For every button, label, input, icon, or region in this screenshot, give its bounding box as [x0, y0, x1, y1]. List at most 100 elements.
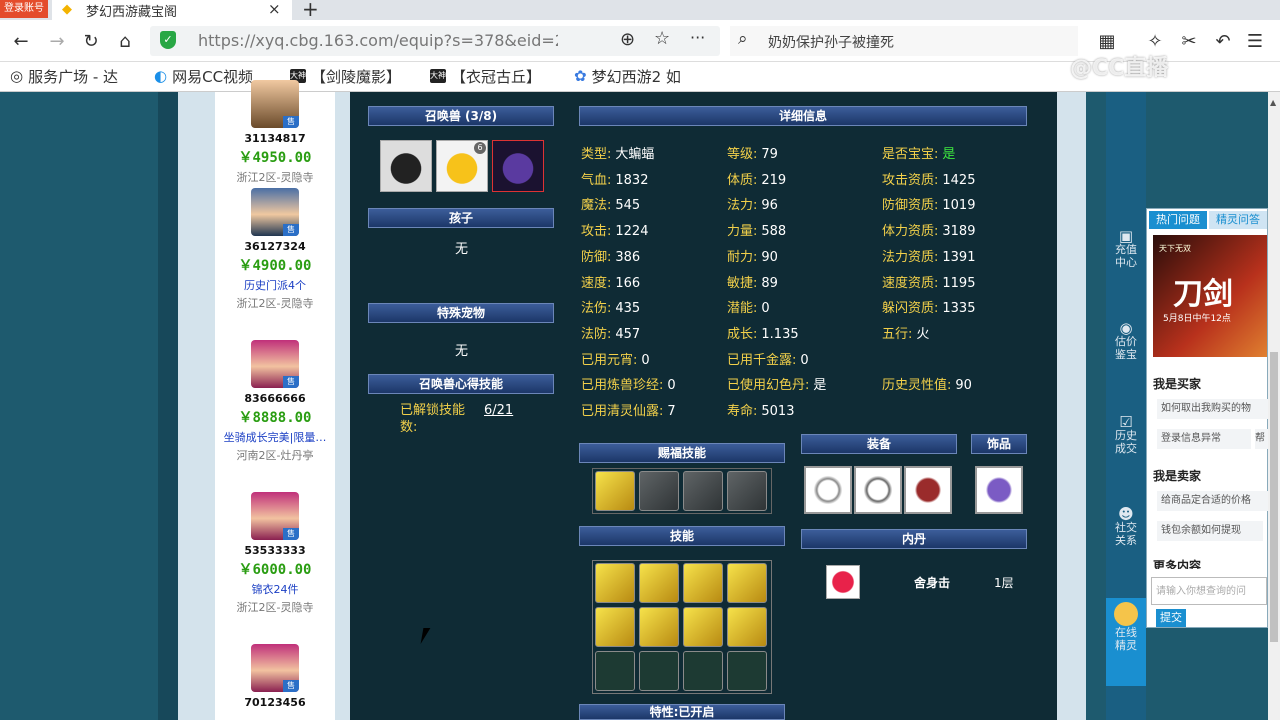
- seller-question[interactable]: 钱包余额如何提现: [1157, 521, 1263, 541]
- list-item[interactable]: 售 53533333 ￥6000.00 锦衣24件 浙江2区-灵隐寺: [215, 492, 335, 615]
- zoom-icon[interactable]: ⊕: [620, 29, 635, 50]
- search-text: 奶奶保护孙子被撞死: [768, 35, 894, 51]
- seller-tag[interactable]: 锦衣24件: [215, 581, 335, 597]
- equipment-header: 装备: [801, 434, 957, 454]
- heart-skill-value[interactable]: 6/21: [484, 403, 513, 418]
- skill-figure-icon[interactable]: [595, 607, 635, 647]
- search-box[interactable]: ⌕ 奶奶保护孙子被撞死: [730, 26, 1078, 56]
- sidebar-item-recharge[interactable]: ▣ 充值 中心: [1106, 227, 1146, 270]
- equip-armor-icon[interactable]: [904, 466, 952, 514]
- sidebar-item-social[interactable]: ☻ 社交 关系: [1106, 507, 1146, 548]
- detail-header: 详细信息: [579, 106, 1027, 126]
- skill-bow-icon[interactable]: [683, 563, 723, 603]
- sidebar-item-online[interactable]: 在线 精灵: [1106, 598, 1146, 686]
- url-text[interactable]: https://xyq.cbg.163.com/equip?s=378&eid=…: [198, 31, 558, 50]
- gift-skill-shield-icon[interactable]: [727, 471, 767, 511]
- submit-button[interactable]: 提交: [1156, 609, 1186, 627]
- seller-price: ￥6000.00: [238, 562, 312, 578]
- buyer-question[interactable]: 登录信息异常: [1157, 429, 1251, 449]
- recharge-icon: ▣: [1118, 227, 1134, 245]
- skill-hook-icon[interactable]: [683, 607, 723, 647]
- gift-skill-heart-icon[interactable]: [639, 471, 679, 511]
- menu-icon[interactable]: ☰: [1244, 30, 1266, 52]
- skill-wing-icon[interactable]: [639, 607, 679, 647]
- buyer-title: 我是买家: [1153, 377, 1202, 391]
- promo-banner[interactable]: 天下无双 刀剑 5月8日中午12点: [1153, 235, 1267, 357]
- new-tab-button[interactable]: +: [302, 0, 319, 21]
- tab-title: 梦幻西游藏宝阁: [86, 5, 178, 20]
- gift-skill-header: 赐福技能: [579, 443, 785, 463]
- back-icon[interactable]: ←: [10, 30, 32, 52]
- seller-server: 河南2区-灶丹亭: [236, 449, 314, 462]
- sidebar-item-history[interactable]: ☑ 历史 成交: [1106, 415, 1146, 456]
- list-item[interactable]: 售 70123456: [215, 644, 335, 709]
- more-title: 更多内容: [1153, 559, 1202, 569]
- list-item[interactable]: 售 31134817 ￥4950.00 浙江2区-灵隐寺: [215, 80, 335, 185]
- pet-badge: 6: [474, 142, 486, 154]
- seller-tag[interactable]: 坐骑成长完美|限量…: [215, 429, 335, 445]
- skill-eye-icon[interactable]: [595, 563, 635, 603]
- tab-close-icon[interactable]: ×: [268, 0, 281, 18]
- page-scrollbar[interactable]: ▲: [1268, 92, 1280, 720]
- trait-header: 特性:已开启: [579, 704, 785, 720]
- skill-cross-icon[interactable]: [727, 607, 767, 647]
- neidan-icon[interactable]: [826, 565, 860, 599]
- special-pet-header: 特殊宠物: [368, 303, 554, 323]
- forward-icon[interactable]: →: [46, 30, 68, 52]
- bookmark-yiguan[interactable]: 大神 【衣冠古丘】: [430, 66, 541, 86]
- avatar: 售: [251, 340, 299, 388]
- skill-empty-slot: [683, 651, 723, 691]
- seller-tag[interactable]: 历史门派4个: [215, 277, 335, 293]
- scroll-thumb[interactable]: [1270, 352, 1278, 642]
- online-genie-icon: [1114, 602, 1138, 626]
- address-bar[interactable]: ✓ https://xyq.cbg.163.com/equip?s=378&ei…: [150, 26, 720, 56]
- bookmark-service[interactable]: ◎ 服务广场 - 达: [10, 66, 118, 86]
- pet-slot-2[interactable]: 6: [436, 140, 488, 192]
- neidan-header: 内丹: [801, 529, 1027, 549]
- avatar: 售: [251, 492, 299, 540]
- avatar: 售: [251, 80, 299, 128]
- seller-question[interactable]: 给商品定合适的价格: [1157, 491, 1269, 511]
- list-item[interactable]: 售 36127324 ￥4900.00 历史门派4个 浙江2区-灵隐寺: [215, 188, 335, 311]
- skill-empty-slot: [727, 651, 767, 691]
- banner-title: 刀剑: [1173, 277, 1233, 312]
- pet-slots: 6: [380, 140, 544, 194]
- gift-skill-eye-icon[interactable]: [595, 471, 635, 511]
- question-input[interactable]: 请输入你想查询的问: [1151, 577, 1267, 605]
- ornament-icon[interactable]: [975, 466, 1023, 514]
- bookmark-mhxy[interactable]: ✿ 梦幻西游2 如: [574, 66, 681, 86]
- pets-header: 召唤兽 (3/8): [368, 106, 554, 126]
- undo-icon[interactable]: ↶: [1212, 30, 1234, 52]
- equip-ring-icon[interactable]: [804, 466, 852, 514]
- tab-active[interactable]: ◆ 梦幻西游藏宝阁 ×: [52, 0, 292, 20]
- skill-empty-slot: [639, 651, 679, 691]
- tab-hot-questions[interactable]: 热门问题: [1149, 211, 1207, 229]
- seller-price: ￥8888.00: [238, 410, 312, 426]
- apps-grid-icon[interactable]: ▦: [1096, 30, 1118, 52]
- pet-slot-1[interactable]: [380, 140, 432, 192]
- scroll-up-icon[interactable]: ▲: [1270, 98, 1276, 107]
- seller-id: 31134817: [244, 132, 306, 145]
- skill-sword-icon[interactable]: [727, 563, 767, 603]
- login-badge[interactable]: 登录账号: [0, 0, 48, 18]
- skill-dragon-icon[interactable]: [639, 563, 679, 603]
- heart-skill-header: 召唤兽心得技能: [368, 374, 554, 394]
- reload-icon[interactable]: ↻: [80, 30, 102, 52]
- list-item[interactable]: 售 83666666 ￥8888.00 坐骑成长完美|限量… 河南2区-灶丹亭: [215, 340, 335, 463]
- scissors-icon[interactable]: ✂: [1178, 30, 1200, 52]
- equip-necklace-icon[interactable]: [854, 466, 902, 514]
- buyer-question[interactable]: 如何取出我购买的物: [1157, 399, 1269, 419]
- special-pet-value: 无: [455, 344, 469, 359]
- pet-slot-3[interactable]: [492, 140, 544, 192]
- skills-header: 技能: [579, 526, 785, 546]
- more-icon[interactable]: ···: [690, 28, 705, 47]
- star-icon[interactable]: ☆: [654, 28, 670, 49]
- bookmark-pin-icon[interactable]: ✧: [1144, 30, 1166, 52]
- tab-genie-qa[interactable]: 精灵问答: [1209, 211, 1267, 229]
- sidebar-item-appraise[interactable]: ◉ 估价 鉴宝: [1106, 321, 1146, 362]
- ornament-header: 饰品: [971, 434, 1027, 454]
- buyer-question[interactable]: 帮: [1255, 429, 1269, 449]
- home-icon[interactable]: ⌂: [114, 30, 136, 52]
- gift-skill-orbs-icon[interactable]: [683, 471, 723, 511]
- paw-icon: ✿: [574, 67, 587, 85]
